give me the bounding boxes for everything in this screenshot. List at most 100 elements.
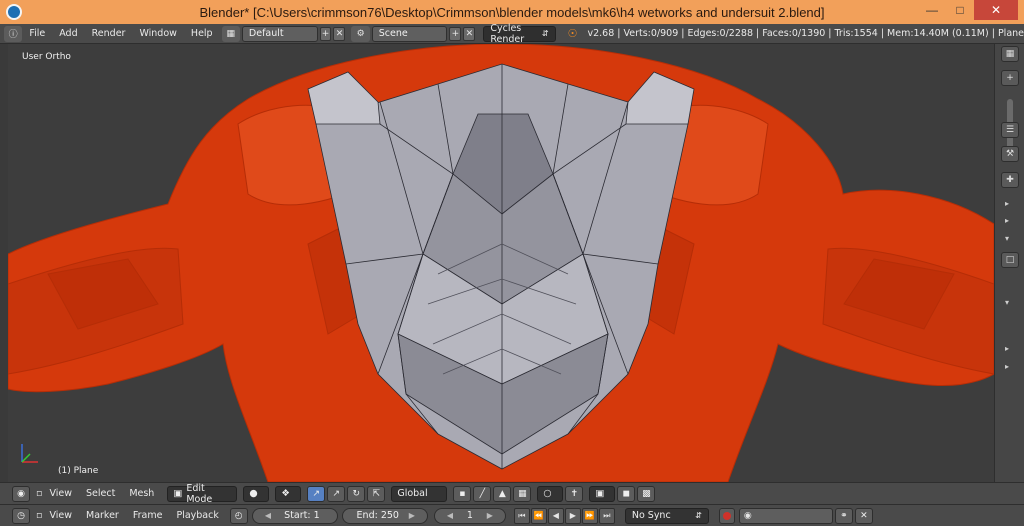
screen-layout-value: Default (248, 28, 284, 39)
scene-field[interactable]: Scene (371, 25, 448, 42)
start-frame-value: Start: 1 (284, 510, 320, 521)
snap-element-dropdown[interactable]: ▣ (589, 485, 616, 502)
delete-keyframe-icon[interactable]: ✕ (854, 507, 873, 524)
add-screen-icon[interactable]: + (319, 26, 332, 41)
insert-keyframe-icon[interactable]: ⚭ (834, 507, 853, 524)
jump-prev-keyframe-icon[interactable]: ⏪ (530, 507, 547, 524)
play-icon[interactable]: ▶ (564, 507, 581, 524)
orientation-value: Global (397, 488, 428, 499)
timeline-editor-icon[interactable]: ◷ (12, 507, 30, 524)
mode-value: Edit Mode (186, 482, 213, 505)
scene-icon[interactable]: ⚙ (351, 25, 370, 42)
jump-next-keyframe-icon[interactable]: ⏩ (581, 507, 598, 524)
viewport-shading-dropdown[interactable]: ● (243, 485, 270, 502)
menu-view[interactable]: View (42, 488, 79, 499)
menu-mesh[interactable]: Mesh (122, 488, 161, 499)
close-icon[interactable]: ✕ (974, 0, 1018, 20)
proportional-edit-dropdown[interactable]: ○ (537, 485, 564, 502)
preview-range-icon[interactable]: ◴ (229, 507, 248, 524)
orientation-dropdown[interactable]: Global (391, 485, 448, 502)
collapse-arrow-icon[interactable]: ▸ (1005, 216, 1009, 225)
remove-screen-icon[interactable]: ✕ (333, 26, 346, 41)
end-frame-field[interactable]: End: 250 ▶ (341, 507, 428, 524)
menu-window[interactable]: Window (132, 28, 183, 39)
add-scene-icon[interactable]: + (449, 26, 462, 41)
menu-select[interactable]: Select (79, 488, 122, 499)
start-frame-field[interactable]: ◀ Start: 1 (251, 507, 338, 524)
screen-layout-field[interactable]: Default (241, 25, 318, 42)
render-engine-dropdown[interactable]: Cycles Render ⇵ (483, 22, 556, 45)
sync-mode-dropdown[interactable]: No Sync ⇵ (624, 507, 709, 524)
window-title-bar: Blender* [C:\Users\crimmson76\Desktop\Cr… (0, 0, 1024, 24)
edge-select-icon[interactable]: ╱ (473, 485, 492, 502)
manipulator-toggle-icon[interactable]: ↗ (307, 485, 326, 502)
collapse-arrow-icon[interactable]: ▸ (1005, 344, 1009, 353)
keying-set-icon: ◉ (743, 510, 752, 521)
sync-mode-value: No Sync (631, 510, 671, 521)
minimize-icon[interactable]: — (918, 0, 946, 20)
opengl-render-icon[interactable]: ◼ (617, 485, 636, 502)
occlude-geometry-icon[interactable]: ▦ (513, 485, 532, 502)
screen-layout-icon[interactable]: ▦ (221, 25, 240, 42)
auto-keying-record-icon[interactable] (718, 507, 735, 524)
window-controls: — □ ✕ (918, 0, 1018, 22)
mode-dropdown[interactable]: ▣ Edit Mode (167, 482, 238, 505)
end-frame-value: End: 250 (356, 510, 399, 521)
menu-marker[interactable]: Marker (79, 510, 126, 521)
rotate-icon[interactable]: ↻ (347, 485, 366, 502)
view-layer-icon[interactable]: ▦ (1001, 46, 1019, 62)
maximize-icon[interactable]: □ (946, 0, 974, 20)
render-engine-value: Cycles Render (490, 22, 525, 45)
decrement-arrow-icon[interactable]: ◀ (265, 511, 271, 520)
blender-app-icon (6, 4, 22, 20)
window-title: Blender* [C:\Users\crimmson76\Desktop\Cr… (199, 4, 825, 20)
current-frame-field[interactable]: ◀ 1 ▶ (433, 507, 506, 524)
scene-stats: v2.68 | Verts:0/909 | Edges:0/2288 | Fac… (587, 28, 1024, 39)
translate-icon[interactable]: ↗ (327, 485, 346, 502)
3d-viewport[interactable]: User Ortho (1) Plane (8, 44, 994, 482)
collapse-arrow-icon[interactable]: ▸ (1005, 199, 1009, 208)
expand-arrow-icon[interactable]: ▾ (1005, 298, 1009, 307)
vertex-select-icon[interactable]: ▪ (453, 485, 472, 502)
menu-file[interactable]: File (22, 28, 52, 39)
jump-end-icon[interactable]: ⏭ (598, 507, 615, 524)
editor-type-icon[interactable]: ◉ (12, 485, 30, 502)
axis-gizmo-icon (21, 444, 38, 463)
cross-icon[interactable]: ✚ (1001, 172, 1019, 188)
menu-view-timeline[interactable]: View (42, 510, 79, 521)
edit-mode-icon: ▣ (173, 488, 183, 499)
menu-frame[interactable]: Frame (126, 510, 170, 521)
remove-scene-icon[interactable]: ✕ (463, 26, 476, 41)
blender-logo-icon: ☉ (567, 27, 578, 40)
menu-playback[interactable]: Playback (169, 510, 225, 521)
menu-render[interactable]: Render (85, 28, 133, 39)
wrench-icon[interactable]: ⚒ (1001, 146, 1019, 162)
active-object-label: (1) Plane (58, 466, 99, 476)
expand-arrow-icon[interactable]: ▾ (1005, 234, 1009, 243)
snap-magnet-icon[interactable]: ✝ (565, 485, 584, 502)
opengl-render-animation-icon[interactable]: ▩ (637, 485, 656, 502)
pivot-point-dropdown[interactable]: ❖ (275, 485, 302, 502)
menu-add[interactable]: Add (52, 28, 84, 39)
outliner-icon[interactable]: ☰ (1001, 122, 1019, 138)
scene-value: Scene (378, 28, 408, 39)
jump-start-icon[interactable]: ⏮ (513, 507, 530, 524)
collapse-arrow-icon[interactable]: ▸ (1005, 362, 1009, 371)
info-header: ⓘ File Add Render Window Help ▦ Default … (0, 22, 1024, 45)
keying-set-field[interactable]: ◉ (738, 507, 833, 524)
increment-arrow-icon[interactable]: ▶ (487, 511, 493, 520)
increment-arrow-icon[interactable]: ▶ (409, 511, 415, 520)
face-select-icon[interactable]: ▲ (493, 485, 512, 502)
play-reverse-icon[interactable]: ◀ (547, 507, 564, 524)
plus-icon[interactable]: + (1001, 70, 1019, 86)
menu-help[interactable]: Help (184, 28, 220, 39)
editor-type-icon[interactable]: ⓘ (4, 25, 23, 42)
scale-icon[interactable]: ⇱ (367, 485, 386, 502)
timeline-header: ◷ ▫ View Marker Frame Playback ◴ ◀ Start… (0, 504, 1024, 526)
decrement-arrow-icon[interactable]: ◀ (447, 511, 453, 520)
current-frame-value: 1 (466, 510, 473, 521)
view-name-label: User Ortho (22, 52, 71, 62)
right-tool-shelf: ▦ + ☰ ⚒ ✚ ▸ ▸ ▾ □ ▾ ▸ ▸ (994, 44, 1024, 482)
3d-view-header: ◉ ▫ View Select Mesh ▣ Edit Mode ● ❖ ↗ ↗… (0, 482, 1024, 505)
lock-icon[interactable]: □ (1001, 252, 1019, 268)
